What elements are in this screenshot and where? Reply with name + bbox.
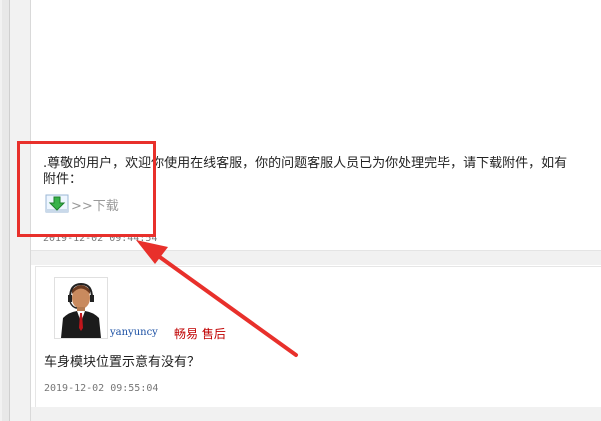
highlight-box [17,141,156,237]
username[interactable]: yanyuncy [110,327,158,338]
customer-message-card: yanyuncy 畅易 售后 车身模块位置示意有没有？ 2019-12-02 0… [35,266,601,408]
message-separator [31,251,601,265]
avatar [54,277,108,339]
scrollbar-track[interactable] [2,0,10,421]
role-label: 畅易 售后 [174,327,226,341]
message-text: 车身模块位置示意有没有？ [44,355,201,370]
support-agent-avatar [61,282,101,338]
message-separator [31,407,601,421]
message-timestamp: 2019-12-02 09:55:04 [44,383,159,394]
